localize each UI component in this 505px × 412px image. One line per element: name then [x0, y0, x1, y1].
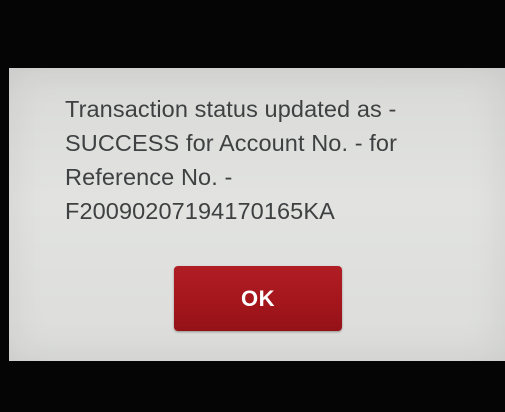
message-line-3: Reference No. -: [65, 164, 233, 190]
message-line-2: SUCCESS for Account No. - for: [65, 130, 398, 156]
device-screen: Transaction status updated as - SUCCESS …: [0, 0, 505, 412]
reference-number: F20090207194170165KA: [65, 198, 335, 224]
message-line-1: Transaction status updated as -: [65, 96, 397, 122]
transaction-status-dialog: Transaction status updated as - SUCCESS …: [9, 68, 505, 361]
ok-button[interactable]: OK: [174, 266, 342, 331]
dialog-message: Transaction status updated as - SUCCESS …: [65, 92, 495, 228]
